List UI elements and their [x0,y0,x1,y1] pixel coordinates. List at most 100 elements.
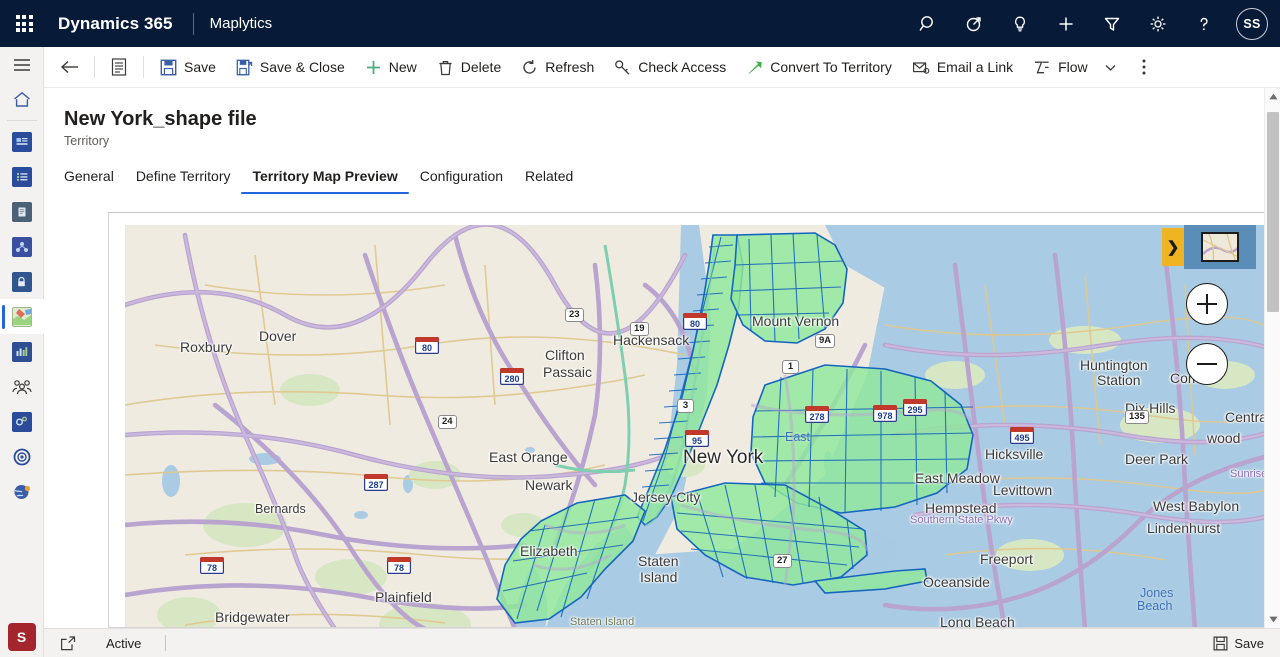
app-launcher-icon[interactable] [0,0,48,47]
chart-icon [11,341,32,362]
search-icon[interactable] [908,4,948,44]
tab-configuration[interactable]: Configuration [409,168,514,194]
command-divider-2 [143,56,144,78]
globe-icon [14,484,30,499]
sidebar-item-territory-map[interactable] [0,299,44,334]
command-divider-1 [94,56,95,78]
sidebar-item-radius-search[interactable] [0,439,44,474]
sidebar-item-globe[interactable] [0,474,44,509]
diagnostics-icon[interactable] [954,4,994,44]
scroll-up-arrow-icon[interactable] [1265,88,1280,105]
flow-button-label: Flow [1058,59,1088,75]
top-actions-group: SS [908,4,1280,44]
help-icon[interactable] [1184,4,1224,44]
top-navigation-bar: Dynamics 365 Maplytics SS [0,0,1280,47]
brand-title[interactable]: Dynamics 365 [48,14,177,34]
convert-to-territory-button[interactable]: Convert To Territory [736,50,902,84]
convert-to-territory-button-label: Convert To Territory [770,59,892,75]
map-expand-button[interactable]: ❯ [1162,228,1184,266]
document-icon [11,201,32,222]
avatar[interactable]: SS [1236,7,1268,40]
check-access-button[interactable]: Check Access [604,50,736,84]
arrow-up-right-icon [746,59,763,76]
people-icon [11,379,32,394]
more-commands-button[interactable] [1128,50,1160,84]
flow-icon [1033,59,1051,76]
email-a-link-button-label: Email a Link [936,59,1014,75]
sidebar-item-reports[interactable] [0,334,44,369]
sidebar-item-network[interactable] [0,229,44,264]
app-badge[interactable]: S [7,623,36,651]
refresh-icon [521,59,538,76]
status-save-label: Save [1234,635,1264,651]
plus-icon [365,59,382,76]
page-header: New York_shape file Territory [44,88,1280,148]
map-top-controls: ❯ [1162,225,1256,269]
tab-general[interactable]: General [64,168,125,194]
save-close-icon [236,59,253,76]
sidebar-item-home[interactable] [0,82,44,117]
save-icon [1213,636,1228,651]
content-vertical-scrollbar[interactable] [1264,88,1280,628]
refresh-button[interactable]: Refresh [511,50,604,84]
new-button[interactable]: New [355,50,427,84]
map-canvas[interactable]: Roxbury Dover Clifton Passaic Hackensack Moun… [125,225,1273,627]
map-zoom-in-button[interactable] [1186,283,1228,325]
check-access-button-label: Check Access [638,59,727,75]
sidebar-item-settings-entity[interactable] [0,404,44,439]
map-style-button[interactable] [1184,225,1256,269]
form-selector-button[interactable] [101,50,137,84]
key-icon [614,59,631,76]
status-bar: Active Save [44,628,1280,657]
app-name[interactable]: Maplytics [210,15,273,32]
flow-button[interactable]: Flow [1023,50,1098,84]
page-title: New York_shape file [64,108,257,130]
map-icon [11,306,32,327]
dashboard-icon [11,131,32,152]
refresh-button-label: Refresh [545,59,595,75]
delete-button[interactable]: Delete [427,50,511,84]
site-map-hamburger-icon[interactable] [0,47,44,82]
status-save-button[interactable]: Save [1207,634,1270,653]
sidebar-item-teams[interactable] [0,369,44,404]
email-a-link-button[interactable]: Email a Link [902,50,1023,84]
tab-related[interactable]: Related [514,168,584,194]
tab-territory-map-preview[interactable]: Territory Map Preview [241,168,409,194]
status-divider [165,635,167,651]
filter-icon[interactable] [1092,4,1132,44]
save-icon [160,59,177,76]
scroll-down-arrow-icon[interactable] [1265,611,1280,628]
gear-icon[interactable] [1138,4,1178,44]
list-icon [11,166,32,187]
brand-divider [192,12,194,35]
flow-chevron-down-icon[interactable] [1098,50,1124,84]
save-button[interactable]: Save [150,50,226,84]
new-button-label: New [388,59,417,75]
network-icon [11,236,32,257]
map-basemap [125,225,1273,627]
sidebar-item-dashboards[interactable] [0,124,44,159]
save-button-label: Save [184,59,216,75]
map-style-thumbnail [1201,232,1239,262]
lightbulb-icon[interactable] [1000,4,1040,44]
open-in-new-window-icon[interactable] [54,635,82,651]
back-button[interactable] [52,50,88,84]
sidebar-divider [6,120,37,121]
scrollbar-thumb[interactable] [1267,112,1279,312]
left-sidebar: S [0,47,44,657]
radius-icon [13,448,30,465]
sidebar-item-security[interactable] [0,264,44,299]
trash-icon [437,59,454,76]
sidebar-item-activities[interactable] [0,159,44,194]
entity-name: Territory [64,134,110,148]
gears-icon [11,411,32,432]
map-zoom-out-button[interactable] [1186,343,1228,385]
tab-define-territory[interactable]: Define Territory [125,168,242,194]
sidebar-item-documents[interactable] [0,194,44,229]
save-and-close-button[interactable]: Save & Close [226,50,355,84]
record-status: Active [106,635,142,651]
lock-icon [11,271,32,292]
delete-button-label: Delete [460,59,502,75]
tab-strip: General Define Territory Territory Map P… [44,148,1280,194]
plus-icon[interactable] [1046,4,1086,44]
